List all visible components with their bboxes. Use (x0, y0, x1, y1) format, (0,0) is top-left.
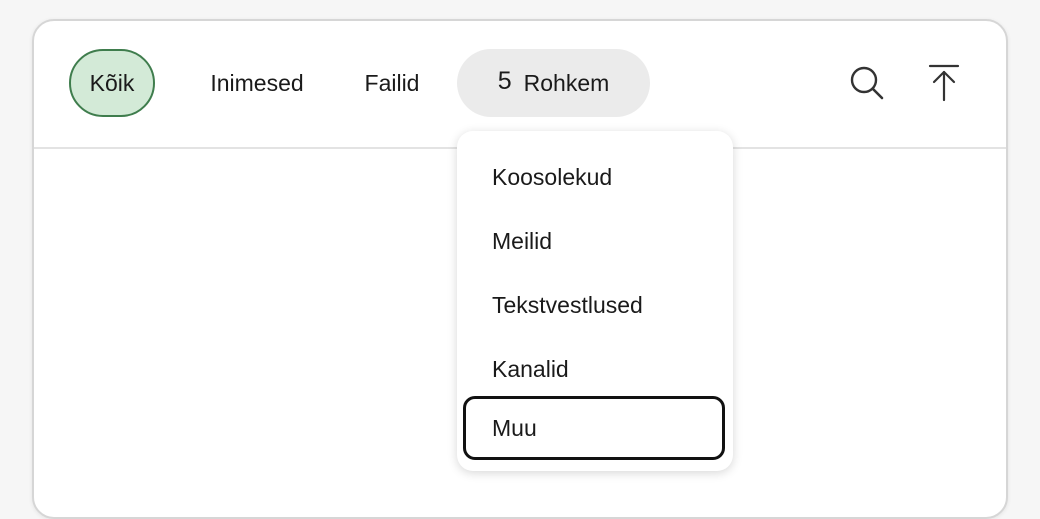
scroll-to-top-button[interactable] (922, 61, 966, 105)
menu-item-label: Kanalid (492, 355, 569, 382)
menu-item-channels[interactable]: Kanalid (463, 337, 725, 401)
menu-item-label: Tekstvestlused (492, 291, 643, 318)
search-icon (850, 66, 884, 100)
tab-all[interactable]: Kõik (69, 49, 155, 117)
tab-files[interactable]: Failid (352, 49, 432, 117)
menu-item-other[interactable]: Muu (463, 396, 725, 460)
tab-people[interactable]: Inimesed (199, 49, 315, 117)
tab-files-label: Failid (364, 69, 420, 96)
search-button[interactable] (845, 61, 889, 105)
menu-item-meetings[interactable]: Koosolekud (463, 145, 725, 209)
tab-all-label: Kõik (89, 69, 135, 96)
tab-more[interactable]: 5 Rohkem (457, 49, 650, 117)
arrow-up-to-top-icon (928, 64, 960, 102)
menu-item-label: Meilid (492, 227, 553, 254)
filter-tab-bar: Kõik Inimesed Failid 5 Rohkem (34, 21, 1006, 149)
menu-item-label: Koosolekud (492, 163, 613, 190)
menu-item-label: Muu (492, 414, 537, 441)
more-dropdown-menu: Koosolekud Meilid Tekstvestlused Kanalid… (457, 131, 733, 471)
tab-more-label: Rohkem (523, 69, 610, 96)
tab-people-label: Inimesed (210, 69, 304, 96)
menu-item-chats[interactable]: Tekstvestlused (463, 273, 725, 337)
menu-item-emails[interactable]: Meilid (463, 209, 725, 273)
more-count-badge: 5 (497, 66, 512, 95)
